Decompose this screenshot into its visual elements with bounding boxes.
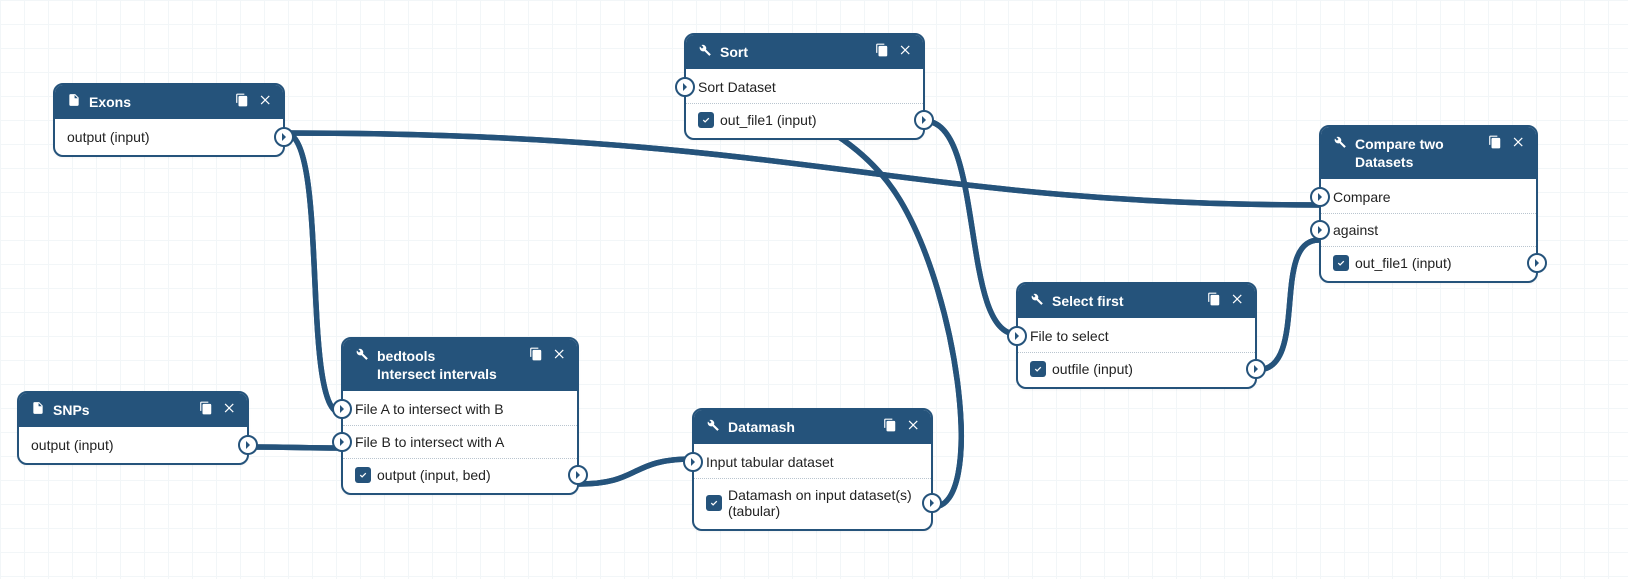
input-label: File to select bbox=[1030, 328, 1109, 344]
input-label: Compare bbox=[1333, 189, 1391, 205]
node-header[interactable]: bedtools Intersect intervals bbox=[343, 339, 577, 391]
input-row: Input tabular dataset bbox=[694, 446, 931, 478]
output-row: output (input) bbox=[19, 429, 247, 461]
node-header[interactable]: Sort bbox=[686, 35, 923, 69]
output-label: output (input) bbox=[67, 129, 150, 145]
copy-icon[interactable] bbox=[1207, 292, 1221, 306]
input-row: File B to intersect with A bbox=[343, 425, 577, 458]
copy-icon[interactable] bbox=[529, 347, 543, 361]
copy-icon[interactable] bbox=[235, 93, 249, 107]
input-label: File A to intersect with B bbox=[355, 401, 504, 417]
workflow-canvas[interactable]: Exons output (input) SNPs bbox=[0, 0, 1628, 579]
input-row: Compare bbox=[1321, 181, 1536, 213]
wrench-icon bbox=[706, 418, 720, 432]
output-port[interactable] bbox=[1246, 359, 1266, 379]
output-row: out_file1 (input) bbox=[1321, 246, 1536, 279]
node-snps[interactable]: SNPs output (input) bbox=[17, 391, 249, 465]
close-icon[interactable] bbox=[907, 418, 921, 432]
input-port[interactable] bbox=[332, 399, 352, 419]
file-icon bbox=[31, 401, 45, 415]
output-label: out_file1 (input) bbox=[720, 112, 817, 128]
output-row: out_file1 (input) bbox=[686, 103, 923, 136]
node-compare[interactable]: Compare two Datasets Compare against out… bbox=[1319, 125, 1538, 283]
output-label: out_file1 (input) bbox=[1355, 255, 1452, 271]
output-label: output (input, bed) bbox=[377, 467, 491, 483]
node-datamash[interactable]: Datamash Input tabular dataset Datamash … bbox=[692, 408, 933, 531]
output-port[interactable] bbox=[274, 127, 294, 147]
input-port[interactable] bbox=[1007, 326, 1027, 346]
output-port[interactable] bbox=[568, 465, 588, 485]
input-port[interactable] bbox=[332, 432, 352, 452]
input-label: against bbox=[1333, 222, 1378, 238]
wrench-icon bbox=[1030, 292, 1044, 306]
copy-icon[interactable] bbox=[199, 401, 213, 415]
input-row: against bbox=[1321, 213, 1536, 246]
copy-icon[interactable] bbox=[1488, 135, 1502, 149]
input-port[interactable] bbox=[675, 77, 695, 97]
copy-icon[interactable] bbox=[883, 418, 897, 432]
close-icon[interactable] bbox=[899, 43, 913, 57]
node-title: Sort bbox=[720, 43, 867, 61]
wrench-icon bbox=[355, 347, 369, 361]
input-row: File to select bbox=[1018, 320, 1255, 352]
close-icon[interactable] bbox=[223, 401, 237, 415]
close-icon[interactable] bbox=[1512, 135, 1526, 149]
wrench-icon bbox=[1333, 135, 1347, 149]
output-label: outfile (input) bbox=[1052, 361, 1133, 377]
wrench-icon bbox=[698, 43, 712, 57]
checkbox-icon[interactable] bbox=[1030, 361, 1046, 377]
node-header[interactable]: SNPs bbox=[19, 393, 247, 427]
output-port[interactable] bbox=[1527, 253, 1547, 273]
input-row: Sort Dataset bbox=[686, 71, 923, 103]
output-label: output (input) bbox=[31, 437, 114, 453]
output-port[interactable] bbox=[914, 110, 934, 130]
node-bedtools[interactable]: bedtools Intersect intervals File A to i… bbox=[341, 337, 579, 495]
node-exons[interactable]: Exons output (input) bbox=[53, 83, 285, 157]
node-sort[interactable]: Sort Sort Dataset out_file1 (input) bbox=[684, 33, 925, 140]
node-header[interactable]: Datamash bbox=[694, 410, 931, 444]
checkbox-icon[interactable] bbox=[1333, 255, 1349, 271]
node-title: SNPs bbox=[53, 401, 191, 419]
close-icon[interactable] bbox=[553, 347, 567, 361]
checkbox-icon[interactable] bbox=[698, 112, 714, 128]
input-label: File B to intersect with A bbox=[355, 434, 504, 450]
node-title: Compare two Datasets bbox=[1355, 135, 1480, 171]
input-label: Input tabular dataset bbox=[706, 454, 834, 470]
output-port[interactable] bbox=[922, 493, 942, 513]
node-title: Exons bbox=[89, 93, 227, 111]
input-port[interactable] bbox=[683, 452, 703, 472]
close-icon[interactable] bbox=[259, 93, 273, 107]
copy-icon[interactable] bbox=[875, 43, 889, 57]
output-row: output (input, bed) bbox=[343, 458, 577, 491]
node-title: bedtools Intersect intervals bbox=[377, 347, 521, 383]
node-header[interactable]: Compare two Datasets bbox=[1321, 127, 1536, 179]
checkbox-icon[interactable] bbox=[706, 495, 722, 511]
node-select-first[interactable]: Select first File to select outfile (inp… bbox=[1016, 282, 1257, 389]
node-header[interactable]: Exons bbox=[55, 85, 283, 119]
input-label: Sort Dataset bbox=[698, 79, 776, 95]
input-port[interactable] bbox=[1310, 220, 1330, 240]
input-row: File A to intersect with B bbox=[343, 393, 577, 425]
input-port[interactable] bbox=[1310, 187, 1330, 207]
node-header[interactable]: Select first bbox=[1018, 284, 1255, 318]
output-port[interactable] bbox=[238, 435, 258, 455]
output-row: outfile (input) bbox=[1018, 352, 1255, 385]
output-row: Datamash on input dataset(s) (tabular) bbox=[694, 478, 931, 527]
output-label: Datamash on input dataset(s) (tabular) bbox=[728, 487, 919, 519]
close-icon[interactable] bbox=[1231, 292, 1245, 306]
output-row: output (input) bbox=[55, 121, 283, 153]
checkbox-icon[interactable] bbox=[355, 467, 371, 483]
node-title: Datamash bbox=[728, 418, 875, 436]
node-title: Select first bbox=[1052, 292, 1199, 310]
file-icon bbox=[67, 93, 81, 107]
